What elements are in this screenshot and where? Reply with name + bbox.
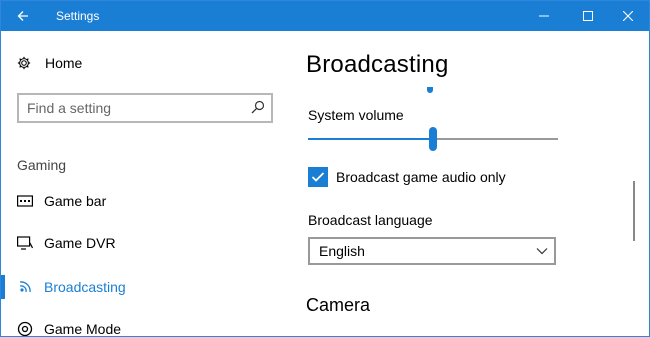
main-content: Broadcasting System volume Broadcast gam… [291, 31, 631, 336]
sidebar-item-game-dvr[interactable]: Game DVR [1, 227, 291, 259]
broadcast-language-dropdown[interactable]: English [308, 237, 556, 265]
search-input[interactable] [19, 95, 239, 121]
sidebar-item-game-bar[interactable]: Game bar [1, 185, 291, 217]
close-icon [623, 11, 633, 21]
settings-window: Settings Home Find a setting Gaming Game… [0, 0, 650, 337]
section-label-gaming: Gaming [17, 157, 67, 173]
gear-icon [17, 56, 31, 70]
sidebar: Home Gaming Game bar [1, 31, 291, 337]
sidebar-item-home[interactable]: Home [17, 55, 82, 71]
broadcast-audio-only-label: Broadcast game audio only [336, 169, 506, 185]
system-volume-label: System volume [308, 107, 404, 123]
dropdown-selected-value: English [319, 243, 365, 259]
broadcasting-icon [17, 279, 33, 295]
minimize-icon [539, 15, 549, 17]
previous-slider-thumb[interactable] [427, 87, 433, 93]
sidebar-item-label: Broadcasting [44, 279, 126, 295]
game-mode-icon [17, 321, 33, 336]
checkmark-icon [311, 172, 325, 182]
sidebar-item-broadcasting[interactable]: Broadcasting [1, 271, 291, 303]
active-indicator [1, 275, 5, 299]
broadcast-audio-only-checkbox[interactable] [308, 167, 328, 187]
search-box[interactable] [17, 93, 273, 123]
maximize-icon [583, 11, 593, 21]
home-label: Home [45, 55, 83, 71]
slider-thumb[interactable] [429, 127, 437, 151]
sidebar-item-label: Game bar [44, 193, 107, 209]
broadcast-audio-only-option[interactable]: Broadcast game audio only [308, 167, 506, 187]
game-dvr-icon [17, 235, 33, 251]
system-volume-slider[interactable] [308, 127, 558, 151]
sidebar-item-label: Game DVR [44, 235, 116, 251]
sidebar-item-game-mode[interactable]: Game Mode [1, 313, 291, 337]
camera-heading: Camera [306, 295, 371, 315]
minimize-button[interactable] [521, 1, 567, 31]
back-button[interactable] [1, 1, 44, 31]
slider-fill [308, 138, 433, 140]
sidebar-item-label: Game Mode [44, 321, 122, 337]
chevron-down-icon [536, 248, 548, 255]
search-icon[interactable] [251, 100, 265, 114]
app-title: Settings [56, 9, 100, 23]
title-bar: Settings [1, 1, 649, 31]
back-arrow-icon [17, 11, 28, 21]
game-bar-icon [17, 193, 33, 209]
scrollbar[interactable] [633, 181, 635, 241]
broadcast-language-label: Broadcast language [308, 212, 433, 228]
page-title: Broadcasting [306, 51, 449, 78]
close-button[interactable] [605, 1, 649, 31]
